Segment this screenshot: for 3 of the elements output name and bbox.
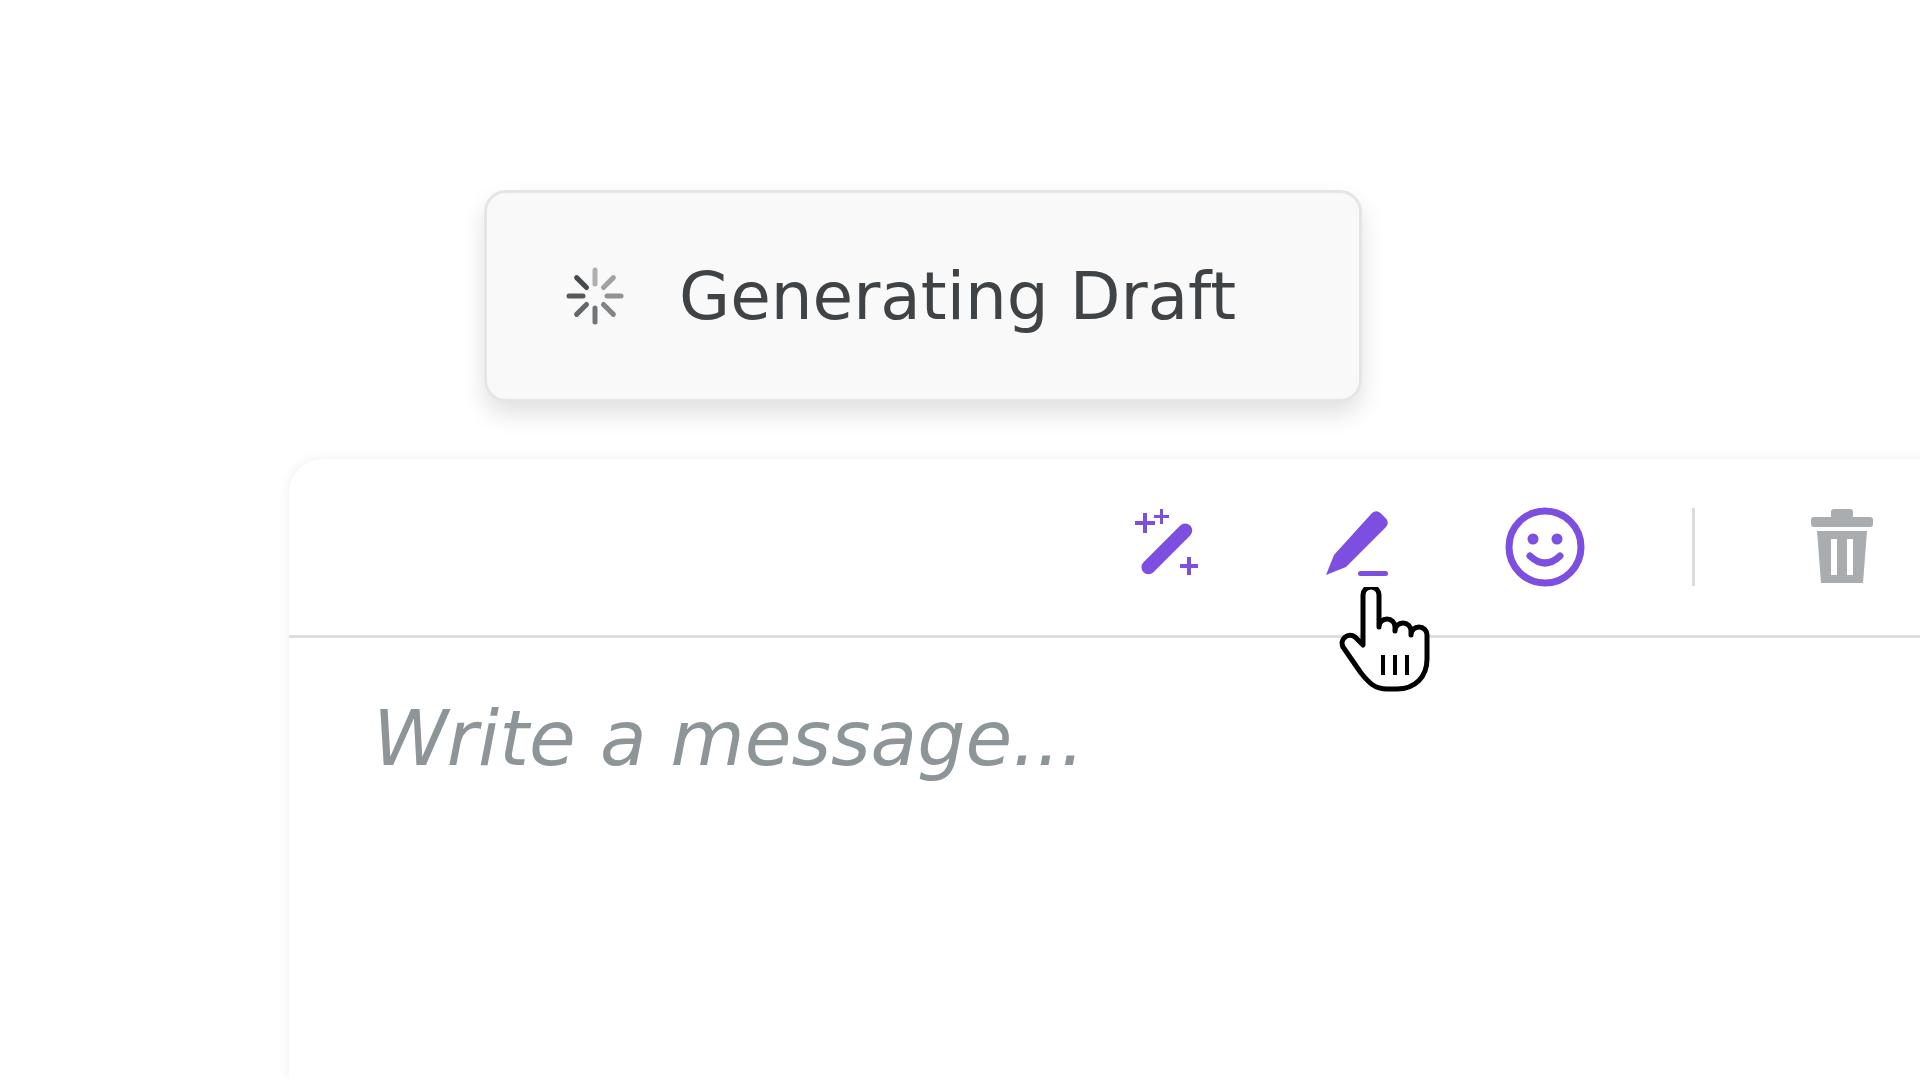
smiley-button[interactable] — [1503, 505, 1587, 589]
message-input[interactable]: Write a message... — [371, 693, 1575, 784]
toast-label: Generating Draft — [679, 257, 1237, 335]
